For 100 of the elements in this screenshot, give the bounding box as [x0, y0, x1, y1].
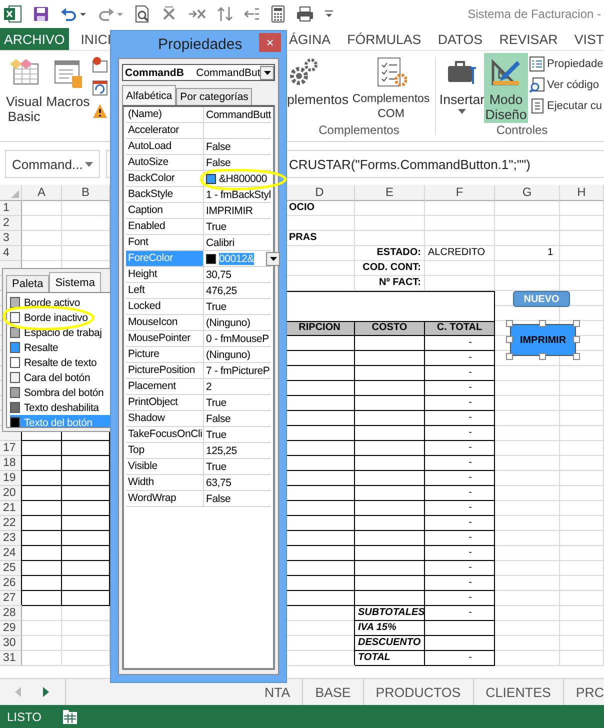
- calculator-icon[interactable]: [271, 5, 285, 23]
- property-value[interactable]: False: [206, 412, 231, 424]
- color-option[interactable]: Sombra del botón: [10, 385, 112, 400]
- row-number[interactable]: 18: [0, 456, 22, 471]
- column-header[interactable]: F: [425, 185, 495, 201]
- property-value[interactable]: True: [206, 460, 226, 472]
- row-number[interactable]: 2: [0, 216, 22, 231]
- file-tab[interactable]: ARCHIVO: [0, 28, 69, 50]
- property-name[interactable]: (Name): [126, 107, 204, 122]
- color-option[interactable]: Cara del botón: [10, 370, 112, 385]
- property-value[interactable]: True: [206, 396, 226, 408]
- property-value[interactable]: False: [206, 156, 231, 168]
- property-name[interactable]: MouseIcon: [126, 315, 204, 330]
- property-name[interactable]: Left: [126, 283, 204, 298]
- ribbon-button[interactable]: Ejecutar cu: [529, 98, 604, 114]
- property-value[interactable]: 7 - fmPictureP: [206, 364, 270, 376]
- ribbon-button[interactable]: Visual Basic: [4, 55, 44, 124]
- column-header[interactable]: E: [355, 185, 425, 201]
- row-number[interactable]: 25: [0, 561, 22, 576]
- row-number[interactable]: 1: [0, 201, 22, 216]
- property-name[interactable]: PicturePosition: [126, 363, 204, 378]
- property-value[interactable]: 63,75: [206, 476, 232, 488]
- sheet-tab[interactable]: PRC: [564, 679, 604, 705]
- property-value[interactable]: True: [206, 300, 226, 312]
- property-value[interactable]: 2: [206, 380, 212, 392]
- row-number[interactable]: 17: [0, 441, 22, 456]
- customize-caret-icon[interactable]: [325, 9, 333, 19]
- dropdown-button[interactable]: [260, 66, 274, 80]
- tab[interactable]: Por categorías: [176, 88, 252, 105]
- record-dot-icon[interactable]: [92, 57, 108, 73]
- property-value[interactable]: 476,25: [206, 284, 237, 296]
- property-name[interactable]: Top: [126, 443, 204, 458]
- up-down-arrows-icon[interactable]: [217, 6, 233, 22]
- resize-handle[interactable]: [573, 320, 580, 327]
- property-value[interactable]: 1 - fmBackStyl: [206, 188, 271, 200]
- redo-icon[interactable]: [97, 6, 123, 22]
- resize-handle[interactable]: [573, 353, 580, 360]
- row-number[interactable]: 27: [0, 591, 22, 606]
- ribbon-tab[interactable]: ÁGINA: [289, 28, 330, 50]
- ribbon-button[interactable]: Propiedade: [529, 56, 604, 72]
- property-name[interactable]: Visible: [126, 459, 204, 474]
- right-arrow-icon[interactable]: [42, 687, 50, 697]
- color-option[interactable]: Borde activo: [10, 295, 112, 310]
- column-header[interactable]: G: [495, 185, 560, 201]
- row-number[interactable]: 21: [0, 501, 22, 516]
- ribbon-button[interactable]: Ver código: [529, 77, 604, 93]
- object-dropdown[interactable]: CommandB CommandBut: [122, 64, 275, 81]
- row-number[interactable]: 20: [0, 486, 22, 501]
- printer-icon[interactable]: [296, 6, 314, 22]
- undo-icon[interactable]: [60, 6, 86, 22]
- close-button[interactable]: ×: [259, 33, 281, 52]
- property-value[interactable]: CommandButt: [206, 108, 271, 120]
- column-header[interactable]: B: [62, 185, 110, 201]
- ribbon-tab[interactable]: DATOS: [438, 28, 483, 50]
- property-value[interactable]: 125,25: [206, 444, 237, 456]
- left-arrow-lines-icon[interactable]: [244, 6, 260, 22]
- row-number[interactable]: 26: [0, 576, 22, 591]
- ribbon-button[interactable]: plementos: [287, 53, 347, 107]
- magnifier-page-icon[interactable]: [134, 5, 150, 23]
- name-box[interactable]: Command...: [5, 150, 100, 178]
- property-value[interactable]: (Ninguno): [206, 348, 250, 360]
- warning-icon[interactable]: [92, 103, 108, 119]
- property-name[interactable]: Font: [126, 235, 204, 250]
- resize-handle[interactable]: [573, 336, 580, 343]
- property-value[interactable]: True: [206, 428, 226, 440]
- row-number[interactable]: 4: [0, 246, 22, 261]
- tab[interactable]: Alfabética: [122, 85, 176, 105]
- property-name[interactable]: MousePointer: [126, 331, 204, 346]
- property-name[interactable]: PrintObject: [126, 395, 204, 410]
- ribbon-button[interactable]: Macros: [48, 55, 88, 109]
- tab[interactable]: Sistema: [49, 272, 101, 292]
- property-name[interactable]: Picture: [126, 347, 204, 362]
- resize-handle[interactable]: [506, 320, 513, 327]
- property-name[interactable]: Width: [126, 475, 204, 490]
- row-number[interactable]: 22: [0, 516, 22, 531]
- property-value[interactable]: True: [206, 220, 226, 232]
- column-header[interactable]: A: [22, 185, 62, 201]
- property-value[interactable]: (Ninguno): [206, 316, 250, 328]
- column-header[interactable]: D: [285, 185, 355, 201]
- property-name[interactable]: Height: [126, 267, 204, 282]
- property-value[interactable]: False: [206, 140, 231, 152]
- color-option[interactable]: Resalte de texto: [10, 355, 112, 370]
- row-number[interactable]: 3: [0, 231, 22, 246]
- property-name[interactable]: Caption: [126, 203, 204, 218]
- row-number[interactable]: 28: [0, 606, 22, 621]
- color-option[interactable]: Resalte: [10, 340, 112, 355]
- property-name[interactable]: Accelerator: [126, 123, 204, 138]
- column-header[interactable]: H: [560, 185, 604, 201]
- color-option[interactable]: Texto deshabilita: [10, 400, 112, 415]
- resize-handle[interactable]: [539, 353, 546, 360]
- sheet-button[interactable]: IMPRIMIR: [510, 324, 576, 356]
- row-number[interactable]: 29: [0, 621, 22, 636]
- row-number[interactable]: 30: [0, 636, 22, 651]
- ribbon-tab[interactable]: INICI: [80, 28, 112, 50]
- ribbon-button[interactable]: Complementos COM: [351, 53, 431, 122]
- ribbon-tab[interactable]: REVISAR: [499, 28, 558, 50]
- dropdown-button[interactable]: [266, 252, 280, 266]
- property-name[interactable]: BackStyle: [126, 187, 204, 202]
- tab[interactable]: Paleta: [6, 275, 50, 292]
- row-number[interactable]: 19: [0, 471, 22, 486]
